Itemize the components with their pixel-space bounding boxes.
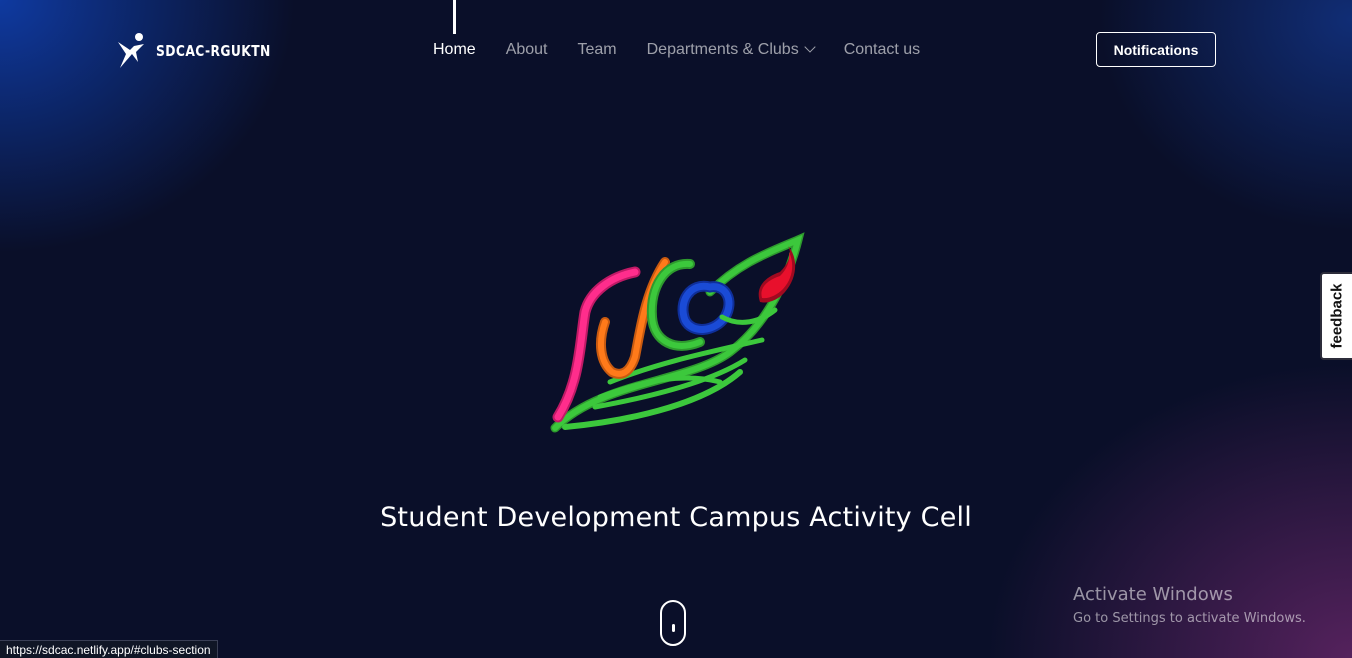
nav-item-home[interactable]: Home	[433, 41, 476, 59]
watermark-subtitle: Go to Settings to activate Windows.	[1073, 611, 1306, 626]
brand-name: SDCAC-RGUKTN	[156, 42, 271, 60]
feedback-tab[interactable]: feedback	[1320, 272, 1352, 360]
hero-title: Student Development Campus Activity Cell	[380, 502, 972, 533]
brand-link[interactable]: SDCAC-RGUKTN	[116, 32, 296, 70]
nav-item-about[interactable]: About	[506, 41, 548, 59]
feedback-label: feedback	[1328, 283, 1346, 349]
mouse-scroll-icon[interactable]	[660, 600, 686, 646]
status-url-bar: https://sdcac.netlify.app/#clubs-section	[0, 640, 218, 658]
active-nav-indicator	[453, 0, 456, 34]
nav-item-contact[interactable]: Contact us	[844, 41, 920, 59]
chevron-down-icon	[804, 41, 816, 53]
navbar: SDCAC-RGUKTN Home About Team Departments…	[0, 0, 1352, 100]
scroll-wheel	[672, 624, 675, 632]
nav-item-departments-clubs[interactable]: Departments & Clubs	[646, 41, 816, 59]
main-nav: Home About Team Departments & Clubs Cont…	[433, 41, 950, 59]
person-star-icon	[118, 33, 144, 68]
nav-item-departments-clubs-label: Departments & Clubs	[646, 41, 799, 58]
nav-item-team[interactable]: Team	[578, 41, 617, 59]
windows-activation-watermark: Activate Windows Go to Settings to activ…	[1073, 583, 1306, 629]
watermark-title: Activate Windows	[1073, 584, 1233, 605]
notifications-button[interactable]: Notifications	[1096, 32, 1216, 67]
sdcac-feather-logo	[550, 232, 805, 433]
